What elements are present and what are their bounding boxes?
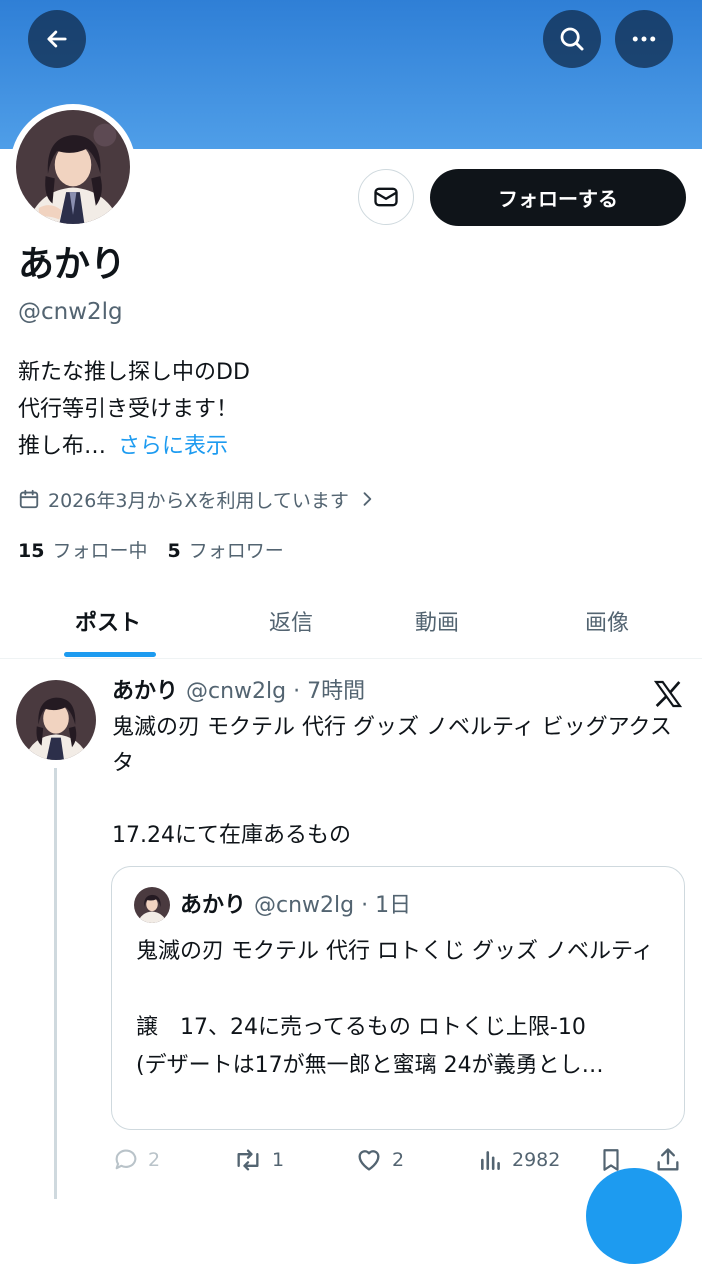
followers-link[interactable]: 5 フォロワー bbox=[167, 540, 283, 562]
tab-videos[interactable]: 動画 bbox=[356, 584, 518, 658]
quote-meta: @cnw2lg · 1日 bbox=[254, 893, 412, 918]
analytics-icon bbox=[481, 1151, 500, 1170]
bio-line: 代行等引き受けます！ bbox=[18, 397, 239, 422]
follow-stats: 15 フォロー中 5 フォロワー bbox=[18, 537, 284, 565]
profile-bio: 新たな推し探し中のDD 代行等引き受けます！ 推し布… さらに表示 bbox=[18, 354, 250, 465]
compose-fab[interactable] bbox=[586, 1168, 682, 1264]
following-count: 15 bbox=[18, 540, 45, 562]
tab-posts[interactable]: ポスト bbox=[20, 584, 196, 658]
repost-icon bbox=[237, 1149, 259, 1171]
show-more-link[interactable]: さらに表示 bbox=[118, 434, 228, 459]
post-author-avatar[interactable] bbox=[16, 680, 96, 760]
repost-count: 1 bbox=[272, 1149, 285, 1171]
views-button[interactable]: 2982 bbox=[478, 1142, 560, 1178]
bio-line: 新たな推し探し中のDD bbox=[18, 360, 250, 385]
calendar-icon bbox=[19, 489, 39, 509]
tab-replies[interactable]: 返信 bbox=[210, 584, 372, 658]
like-count: 2 bbox=[392, 1149, 405, 1171]
search-button[interactable] bbox=[543, 10, 601, 68]
avatar-image bbox=[16, 110, 130, 224]
heart-icon bbox=[358, 1150, 380, 1171]
search-icon bbox=[560, 27, 584, 51]
reply-button[interactable]: 2 bbox=[112, 1142, 160, 1178]
back-button[interactable] bbox=[28, 10, 86, 68]
reply-count: 2 bbox=[148, 1149, 161, 1171]
follow-button[interactable]: フォローする bbox=[430, 169, 686, 226]
post-meta: @cnw2lg · 7時間 bbox=[186, 679, 366, 704]
quoted-post[interactable]: あかり @cnw2lg · 1日 鬼滅の刃 モクテル 代行 ロトくじ グッズ ノベ… bbox=[111, 866, 685, 1130]
profile-avatar[interactable] bbox=[10, 104, 136, 230]
like-button[interactable]: 2 bbox=[354, 1142, 404, 1178]
post-text: 鬼滅の刃 モクテル 代行 グッズ ノベルティ ビッグアクスタ 17.24にて在庫… bbox=[112, 715, 672, 848]
repost-button[interactable]: 1 bbox=[232, 1142, 284, 1178]
followers-label: フォロワー bbox=[188, 540, 284, 562]
bio-line: 推し布… bbox=[18, 434, 107, 459]
x-logo-icon bbox=[653, 680, 683, 708]
share-icon bbox=[657, 1148, 679, 1171]
joined-date[interactable]: 2026年3月からXを利用しています bbox=[18, 484, 385, 514]
profile-handle: @cnw2lg bbox=[18, 299, 123, 325]
following-label: フォロー中 bbox=[52, 540, 148, 562]
quote-text: 鬼滅の刃 モクテル 代行 ロトくじ グッズ ノベルティ 譲 17、24に売ってる… bbox=[136, 939, 654, 1078]
mail-icon bbox=[374, 187, 398, 207]
more-horizontal-icon bbox=[632, 36, 656, 42]
active-tab-indicator bbox=[64, 652, 156, 657]
arrow-left-icon bbox=[47, 30, 67, 48]
quote-author-avatar bbox=[134, 887, 170, 923]
post-header: あかり @cnw2lg · 7時間 bbox=[112, 676, 365, 708]
joined-text: 2026年3月からXを利用しています bbox=[48, 489, 349, 512]
profile-tabs: ポスト 返信 動画 画像 bbox=[0, 584, 702, 659]
reply-icon bbox=[115, 1149, 137, 1170]
message-button[interactable] bbox=[358, 169, 414, 225]
thread-line bbox=[54, 768, 57, 1199]
quote-author-name: あかり bbox=[180, 893, 247, 918]
more-options-button[interactable] bbox=[615, 10, 673, 68]
views-count: 2982 bbox=[512, 1149, 561, 1171]
share-button[interactable] bbox=[654, 1142, 690, 1178]
post-author-name[interactable]: あかり bbox=[112, 679, 178, 704]
chevron-right-icon bbox=[363, 492, 372, 506]
followers-count: 5 bbox=[167, 540, 181, 562]
quote-header: あかり @cnw2lg · 1日 bbox=[180, 891, 411, 921]
tab-images[interactable]: 画像 bbox=[526, 584, 688, 658]
following-link[interactable]: 15 フォロー中 bbox=[18, 540, 147, 562]
profile-display-name: あかり bbox=[18, 244, 127, 285]
